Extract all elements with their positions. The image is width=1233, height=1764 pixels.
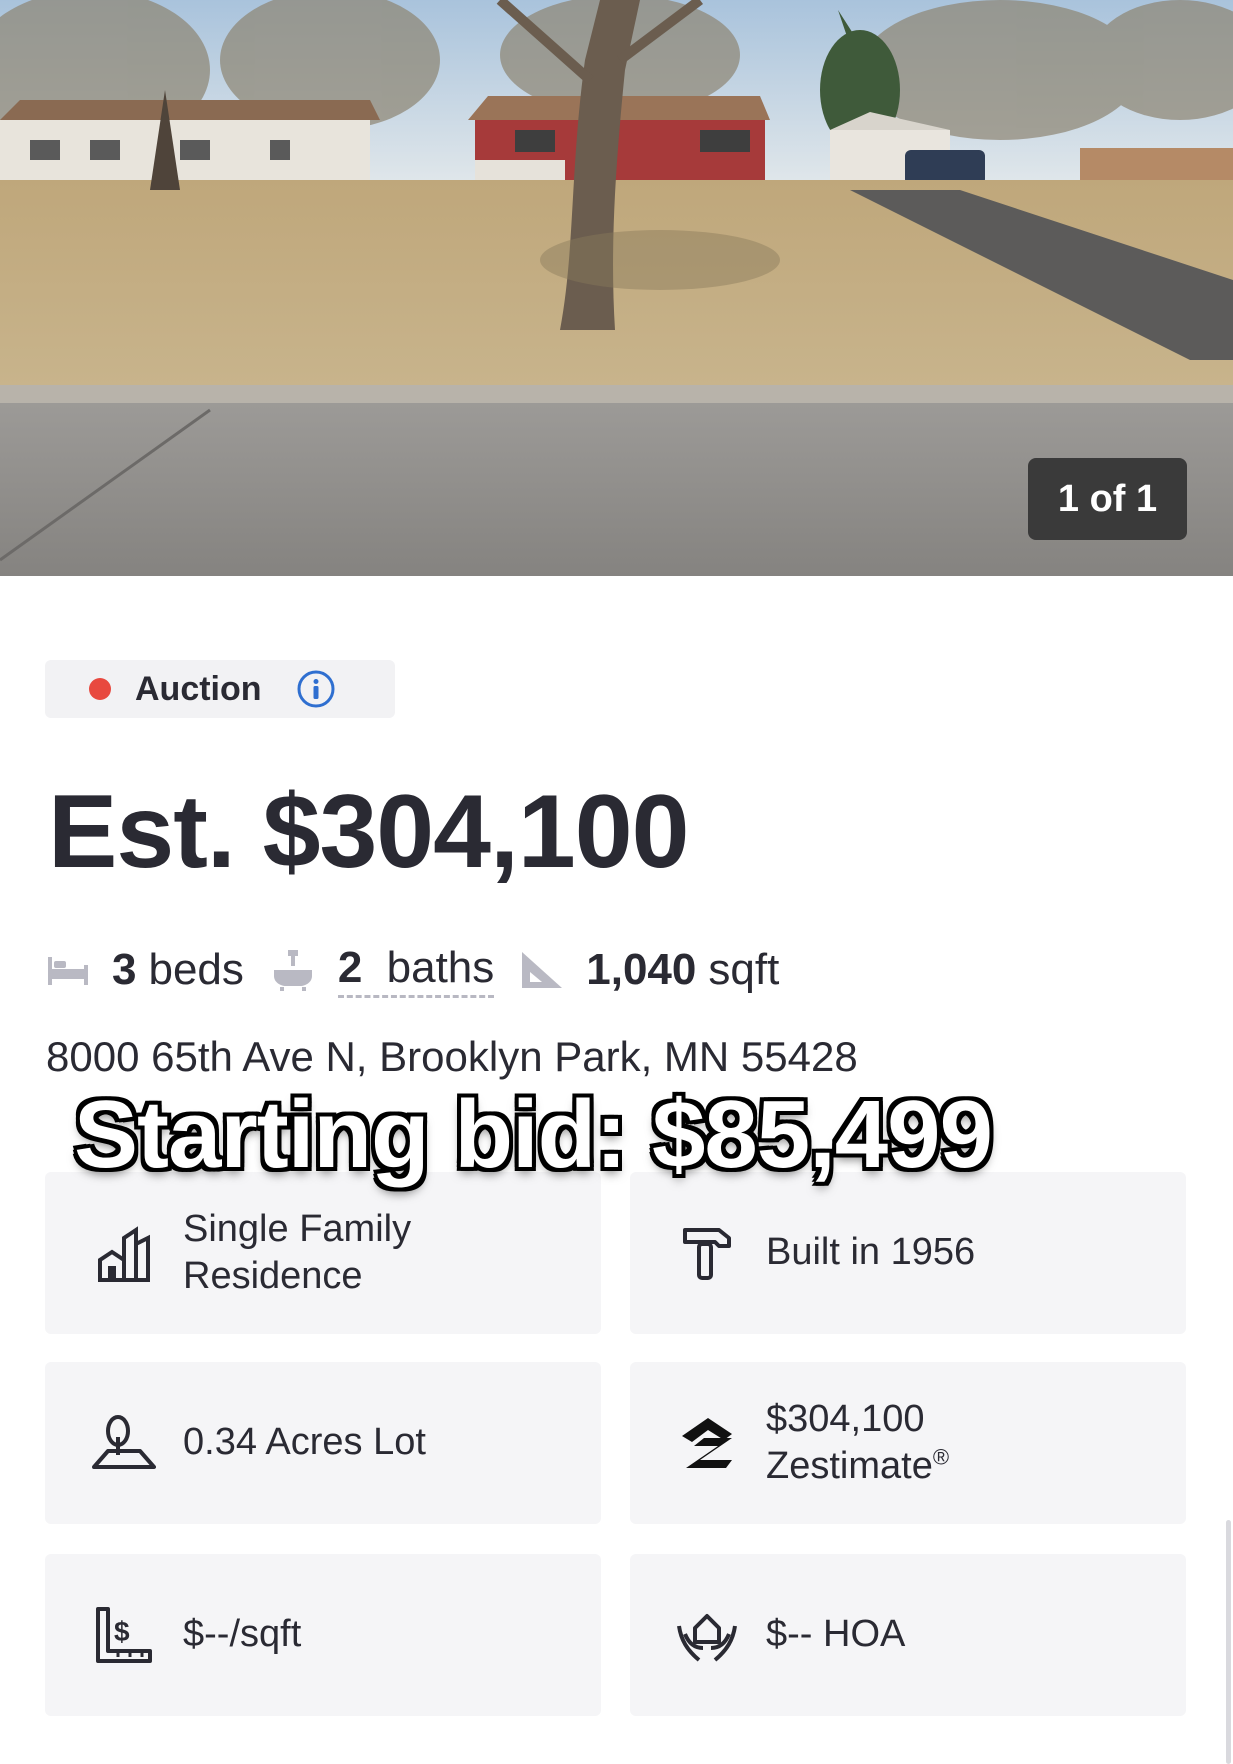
year-built: Built in 1956 (766, 1231, 976, 1274)
scrollbar[interactable] (1226, 1520, 1231, 1764)
baths-count: 2 (337, 942, 363, 992)
status-dot (89, 678, 111, 700)
lot-size-card: 0.34 Acres Lot (45, 1362, 601, 1524)
status-label: Auction (135, 669, 262, 708)
beds-count: 3 (112, 945, 137, 994)
beds-label: beds (148, 945, 244, 994)
bathtub-icon (270, 948, 316, 992)
home-type-card: Single Family Residence (45, 1172, 601, 1334)
price-per-sqft: $--/sqft (183, 1613, 302, 1656)
listing-photo[interactable]: 1 of 1 (0, 0, 1233, 576)
zillow-logo-icon (670, 1414, 744, 1472)
zestimate-card[interactable]: $304,100 Zestimate® (630, 1362, 1186, 1524)
property-address: 8000 65th Ave N, Brooklyn Park, MN 55428 (46, 1033, 858, 1080)
baths-label: baths (386, 942, 495, 992)
lot-size: 0.34 Acres Lot (183, 1421, 426, 1464)
hoa-fee: $-- HOA (766, 1613, 906, 1656)
price-per-sqft-card: $ $--/sqft (45, 1554, 601, 1716)
zestimate-label: Zestimate (766, 1445, 933, 1487)
listing-status-chip: Auction (45, 660, 395, 718)
hands-house-icon (670, 1606, 744, 1664)
sqft-fact: 1,040 sqft (520, 945, 779, 995)
svg-text:$: $ (114, 1616, 130, 1647)
estimated-price: Est. $304,100 (48, 774, 689, 890)
beds-fact: 3 beds (46, 945, 244, 995)
home-type-line2: Residence (183, 1255, 363, 1297)
hammer-icon (670, 1224, 744, 1282)
photo-counter[interactable]: 1 of 1 (1028, 458, 1187, 540)
building-icon (87, 1224, 161, 1282)
price-per-sqft-icon: $ (87, 1605, 161, 1665)
home-facts: 3 beds 2 baths 1,040 sqft (46, 940, 779, 1000)
baths-fact[interactable]: 2 baths (270, 942, 495, 998)
bed-icon (46, 953, 90, 987)
sqft-label: sqft (708, 945, 780, 994)
home-type-line1: Single Family (183, 1207, 412, 1250)
video-overlay-caption: Starting bid: $85,499 (74, 1081, 993, 1188)
tree-lot-icon (87, 1415, 161, 1471)
year-built-card: Built in 1956 (630, 1172, 1186, 1334)
registered-mark: ® (932, 1444, 950, 1470)
hoa-card: $-- HOA (630, 1554, 1186, 1716)
ruler-triangle-icon (520, 950, 564, 990)
sqft-count: 1,040 (586, 945, 697, 994)
info-icon[interactable] (296, 669, 336, 709)
zestimate-value: $304,100 (766, 1397, 925, 1440)
